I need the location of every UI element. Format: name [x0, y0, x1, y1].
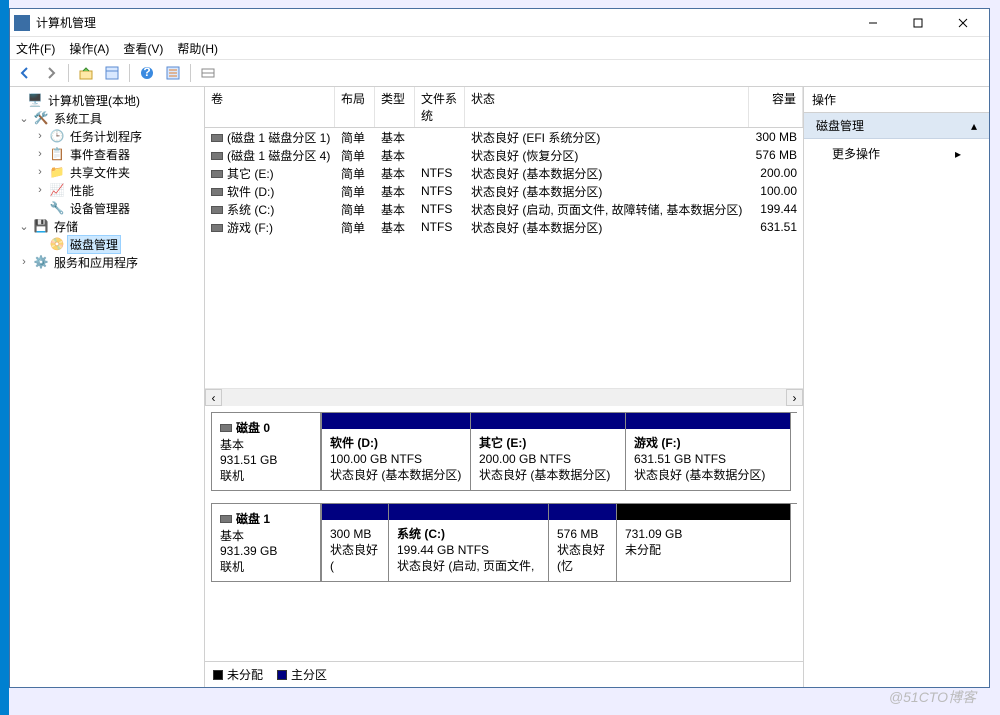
center-pane: 卷 布局 类型 文件系统 状态 容量 (磁盘 1 磁盘分区 1)简单基本状态良好… — [205, 87, 804, 687]
volume-list[interactable]: (磁盘 1 磁盘分区 1)简单基本状态良好 (EFI 系统分区)300 MB(磁… — [205, 128, 803, 388]
col-layout[interactable]: 布局 — [335, 87, 375, 127]
computer-management-window: 计算机管理 文件(F) 操作(A) 查看(V) 帮助(H) ? — [9, 8, 990, 688]
legend-primary-swatch — [277, 670, 287, 680]
hdd-icon — [220, 515, 232, 523]
cropped-edge — [992, 86, 1000, 686]
properties-button[interactable] — [101, 62, 123, 84]
disk-diagram: 磁盘 0 基本931.51 GB联机 软件 (D:)100.00 GB NTFS… — [205, 406, 803, 661]
legend: 未分配 主分区 — [205, 661, 803, 687]
col-volume[interactable]: 卷 — [205, 87, 335, 127]
titlebar[interactable]: 计算机管理 — [10, 9, 989, 37]
folder-icon: 📁 — [49, 165, 65, 179]
disk-1-block[interactable]: 磁盘 1 基本931.39 GB联机 300 MB状态良好 (系统 (C:)19… — [211, 503, 797, 582]
col-capacity[interactable]: 容量 — [749, 87, 803, 127]
tree-diskmgmt[interactable]: 📀磁盘管理 — [10, 235, 204, 253]
volume-row[interactable]: 游戏 (F:)简单基本NTFS状态良好 (基本数据分区)631.51 — [205, 218, 803, 236]
tree-root[interactable]: 🖥️计算机管理(本地) — [10, 91, 204, 109]
scroll-left-button[interactable]: ‹ — [205, 389, 222, 406]
actions-more[interactable]: 更多操作▸ — [804, 139, 989, 168]
volume-row[interactable]: (磁盘 1 磁盘分区 4)简单基本状态良好 (恢复分区)576 MB — [205, 146, 803, 164]
storage-icon: 💾 — [33, 219, 49, 233]
maximize-button[interactable] — [895, 9, 940, 37]
legend-unallocated-swatch — [213, 670, 223, 680]
event-icon: 📋 — [49, 147, 65, 161]
scroll-right-button[interactable]: › — [786, 389, 803, 406]
menu-file[interactable]: 文件(F) — [16, 40, 55, 57]
services-icon: ⚙️ — [33, 255, 49, 269]
volume-row[interactable]: (磁盘 1 磁盘分区 1)简单基本状态良好 (EFI 系统分区)300 MB — [205, 128, 803, 146]
partition[interactable]: 576 MB状态良好 (忆 — [549, 504, 617, 582]
tree-performance[interactable]: ›📈性能 — [10, 181, 204, 199]
tree-storage[interactable]: ⌄💾存储 — [10, 217, 204, 235]
tools-icon: 🛠️ — [33, 111, 49, 125]
clock-icon: 🕒 — [49, 129, 65, 143]
col-status[interactable]: 状态 — [465, 87, 749, 127]
menu-help[interactable]: 帮助(H) — [177, 40, 218, 57]
horizontal-scrollbar[interactable]: ‹ › — [205, 388, 803, 406]
device-icon: 🔧 — [49, 201, 65, 215]
hdd-icon — [220, 424, 232, 432]
nav-tree[interactable]: 🖥️计算机管理(本地) ⌄🛠️系统工具 ›🕒任务计划程序 ›📋事件查看器 ›📁共… — [10, 87, 205, 687]
menu-action[interactable]: 操作(A) — [69, 40, 109, 57]
desktop-left-strip — [0, 0, 9, 715]
perf-icon: 📈 — [49, 183, 65, 197]
tree-eventviewer[interactable]: ›📋事件查看器 — [10, 145, 204, 163]
disk-0-block[interactable]: 磁盘 0 基本931.51 GB联机 软件 (D:)100.00 GB NTFS… — [211, 412, 797, 491]
tree-services[interactable]: ›⚙️服务和应用程序 — [10, 253, 204, 271]
partition[interactable]: 系统 (C:)199.44 GB NTFS状态良好 (启动, 页面文件, — [389, 504, 549, 582]
volume-row[interactable]: 系统 (C:)简单基本NTFS状态良好 (启动, 页面文件, 故障转储, 基本数… — [205, 200, 803, 218]
col-filesystem[interactable]: 文件系统 — [415, 87, 465, 127]
menu-view[interactable]: 查看(V) — [123, 40, 163, 57]
partition[interactable]: 软件 (D:)100.00 GB NTFS状态良好 (基本数据分区) — [321, 413, 471, 491]
disk-0-info[interactable]: 磁盘 0 基本931.51 GB联机 — [211, 413, 321, 491]
chevron-right-icon: ▸ — [955, 147, 961, 161]
volume-row[interactable]: 软件 (D:)简单基本NTFS状态良好 (基本数据分区)100.00 — [205, 182, 803, 200]
tree-scheduler[interactable]: ›🕒任务计划程序 — [10, 127, 204, 145]
window-title: 计算机管理 — [36, 14, 850, 31]
app-icon — [14, 15, 30, 31]
partition[interactable]: 300 MB状态良好 ( — [321, 504, 389, 582]
partition[interactable]: 731.09 GB未分配 — [617, 504, 791, 582]
svg-text:?: ? — [143, 65, 150, 79]
tree-systools[interactable]: ⌄🛠️系统工具 — [10, 109, 204, 127]
view-details-button[interactable] — [197, 62, 219, 84]
watermark: @51CTO博客 — [889, 687, 976, 707]
forward-button[interactable] — [40, 62, 62, 84]
close-button[interactable] — [940, 9, 985, 37]
col-type[interactable]: 类型 — [375, 87, 415, 127]
computer-icon: 🖥️ — [27, 93, 43, 107]
partition[interactable]: 游戏 (F:)631.51 GB NTFS状态良好 (基本数据分区) — [626, 413, 791, 491]
menubar: 文件(F) 操作(A) 查看(V) 帮助(H) — [10, 37, 989, 59]
toolbar: ? — [10, 59, 989, 87]
volume-row[interactable]: 其它 (E:)简单基本NTFS状态良好 (基本数据分区)200.00 — [205, 164, 803, 182]
up-button[interactable] — [75, 62, 97, 84]
disk-icon: 📀 — [49, 237, 65, 251]
view-list-button[interactable] — [162, 62, 184, 84]
minimize-button[interactable] — [850, 9, 895, 37]
actions-pane: 操作 磁盘管理▴ 更多操作▸ — [804, 87, 989, 687]
collapse-icon: ▴ — [971, 119, 977, 133]
legend-unallocated-label: 未分配 — [227, 666, 263, 683]
help-button[interactable]: ? — [136, 62, 158, 84]
volume-list-header[interactable]: 卷 布局 类型 文件系统 状态 容量 — [205, 87, 803, 128]
back-button[interactable] — [14, 62, 36, 84]
disk-1-info[interactable]: 磁盘 1 基本931.39 GB联机 — [211, 504, 321, 582]
legend-primary-label: 主分区 — [291, 666, 327, 683]
actions-diskmgmt[interactable]: 磁盘管理▴ — [804, 113, 989, 139]
tree-devicemgr[interactable]: 🔧设备管理器 — [10, 199, 204, 217]
scroll-track[interactable] — [222, 389, 786, 406]
partition[interactable]: 其它 (E:)200.00 GB NTFS状态良好 (基本数据分区) — [471, 413, 626, 491]
actions-header: 操作 — [804, 87, 989, 113]
tree-sharedfolders[interactable]: ›📁共享文件夹 — [10, 163, 204, 181]
